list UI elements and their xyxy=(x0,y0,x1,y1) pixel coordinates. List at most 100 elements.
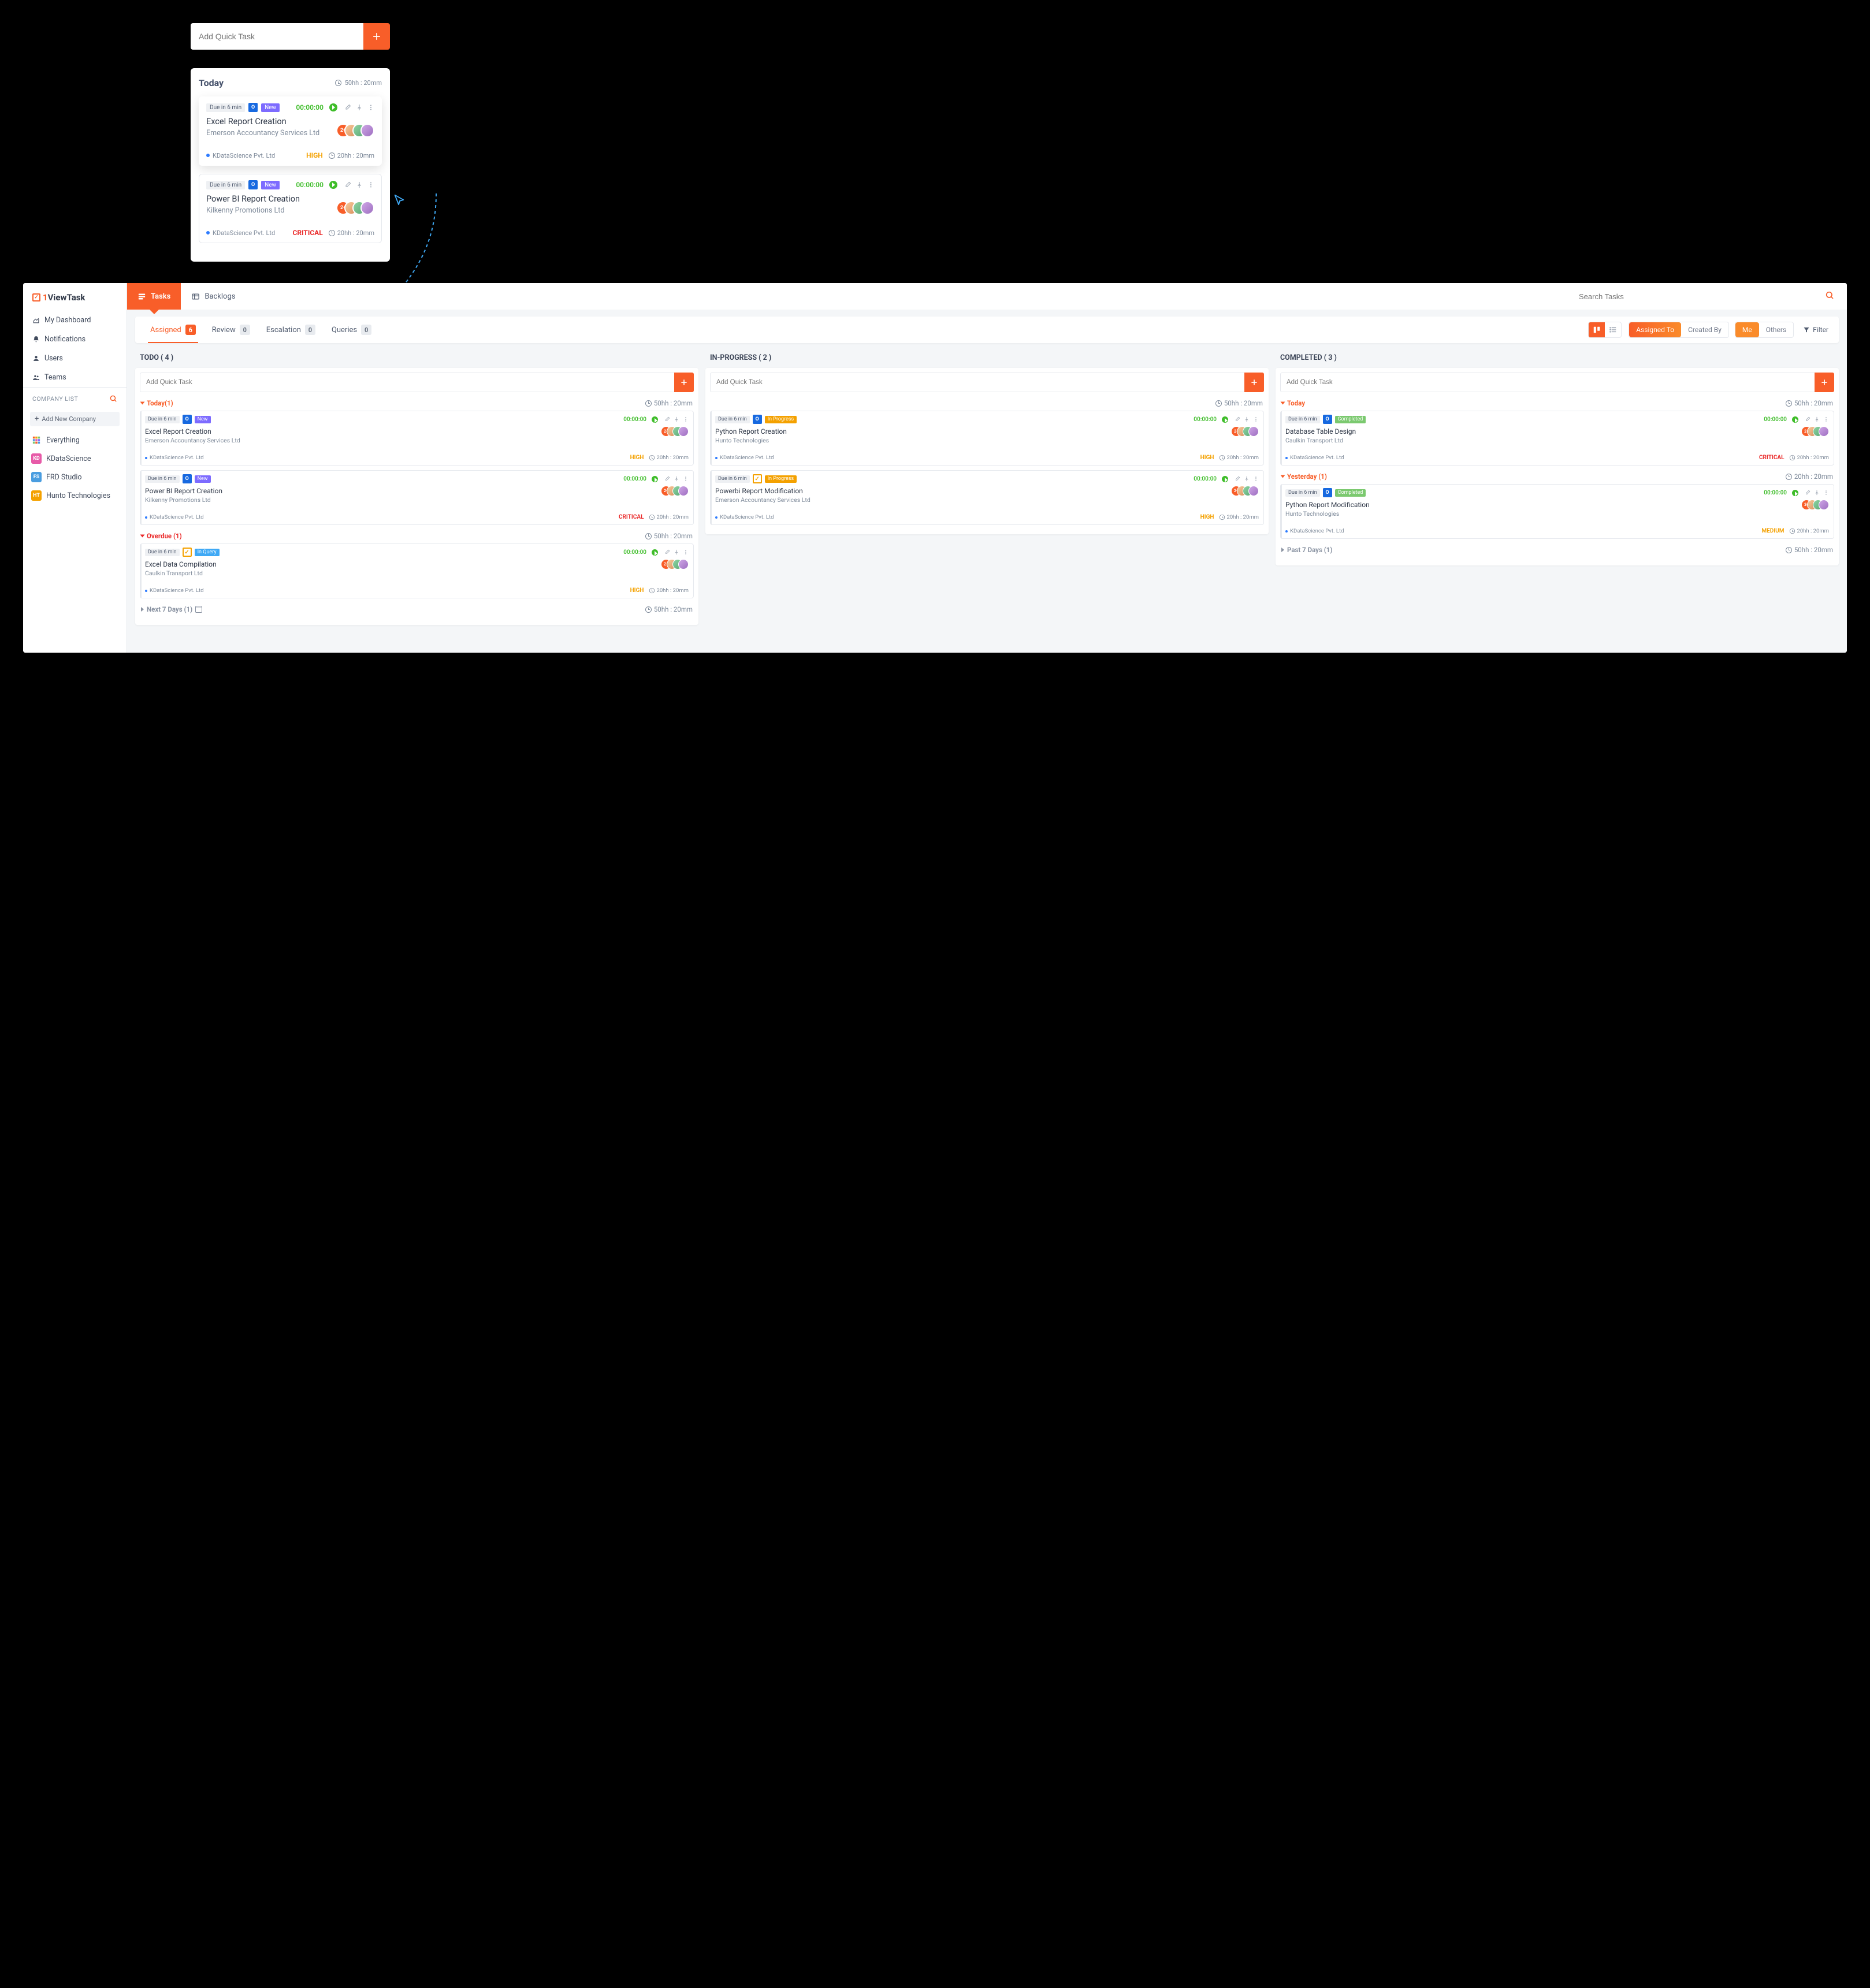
bucket-header[interactable]: Today50hh : 20mm xyxy=(1280,397,1834,411)
more-icon[interactable] xyxy=(367,104,374,111)
play-icon[interactable] xyxy=(1792,490,1798,496)
view-toggle[interactable] xyxy=(1588,322,1622,338)
role-toggle[interactable]: Assigned To Created By xyxy=(1629,322,1729,338)
nav-my-dashboard[interactable]: My Dashboard xyxy=(23,311,127,330)
search-bar[interactable] xyxy=(1571,283,1836,310)
more-icon[interactable] xyxy=(683,549,689,555)
priority-bar xyxy=(711,411,712,465)
bucket-header[interactable]: Today(1)50hh : 20mm xyxy=(140,397,694,411)
status-tab-assigned[interactable]: Assigned6 xyxy=(142,317,204,343)
more-icon[interactable] xyxy=(1823,416,1829,422)
pin-icon[interactable] xyxy=(356,104,363,111)
scope-others[interactable]: Others xyxy=(1759,322,1793,337)
quick-task-input[interactable] xyxy=(1280,373,1815,392)
bucket-header[interactable]: Overdue (1)50hh : 20mm xyxy=(140,530,694,543)
add-quick-task-float[interactable] xyxy=(191,23,390,50)
add-quick-button[interactable] xyxy=(674,373,694,392)
status-tab-review[interactable]: Review0 xyxy=(204,317,258,343)
status-tab-queries[interactable]: Queries0 xyxy=(324,317,380,343)
edit-icon[interactable] xyxy=(664,476,670,482)
preview-task-card[interactable]: Due in 6 minONew00:00:00Power BI Report … xyxy=(199,174,382,243)
edit-icon[interactable] xyxy=(1805,416,1810,422)
task-card[interactable]: Due in 6 minONew00:00:00Power BI Report … xyxy=(140,470,694,525)
task-title: Excel Data Compilation xyxy=(145,560,689,568)
view-kanban[interactable] xyxy=(1589,322,1605,337)
quick-task-input[interactable] xyxy=(140,373,674,392)
add-quick-row[interactable] xyxy=(710,373,1264,392)
more-icon[interactable] xyxy=(367,181,374,188)
task-card[interactable]: Due in 6 minIn Progress00:00:00Powerbi R… xyxy=(710,470,1264,525)
bucket-time: 50hh : 20mm xyxy=(654,532,693,540)
due-chip: Due in 6 min xyxy=(145,416,180,423)
task-card[interactable]: Due in 6 minONew00:00:00Excel Report Cre… xyxy=(140,411,694,466)
search-icon[interactable] xyxy=(1823,291,1836,302)
add-quick-button[interactable] xyxy=(1815,373,1834,392)
scope-me[interactable]: Me xyxy=(1735,322,1759,337)
add-company-button[interactable]: +Add New Company xyxy=(30,412,120,426)
status-tab-escalation[interactable]: Escalation0 xyxy=(258,317,324,343)
search-icon[interactable] xyxy=(109,394,117,403)
quick-task-input[interactable] xyxy=(710,373,1244,392)
tab-backlogs[interactable]: Backlogs xyxy=(181,283,246,310)
play-icon[interactable] xyxy=(1792,416,1798,423)
quick-task-input[interactable] xyxy=(191,23,363,50)
more-icon[interactable] xyxy=(683,416,689,422)
pin-icon[interactable] xyxy=(674,549,679,555)
company-item[interactable]: HTHunto Technologies xyxy=(23,486,127,505)
pin-icon[interactable] xyxy=(1244,476,1250,482)
edit-icon[interactable] xyxy=(1235,476,1240,482)
pin-icon[interactable] xyxy=(674,476,679,482)
preview-task-card[interactable]: Due in 6 minONew00:00:00Excel Report Cre… xyxy=(199,96,382,166)
more-icon[interactable] xyxy=(1253,476,1259,482)
play-icon[interactable] xyxy=(1222,416,1228,423)
play-icon[interactable] xyxy=(329,181,337,189)
more-icon[interactable] xyxy=(1253,416,1259,422)
add-quick-task-button[interactable] xyxy=(363,23,390,50)
task-card[interactable]: Due in 6 minOIn Progress00:00:00Python R… xyxy=(710,411,1264,466)
company-item[interactable]: FSFRD Studio xyxy=(23,468,127,486)
filter-button[interactable]: Filter xyxy=(1800,326,1832,334)
add-quick-row[interactable] xyxy=(1280,373,1834,392)
more-icon[interactable] xyxy=(1823,490,1829,496)
edit-icon[interactable] xyxy=(1235,416,1240,422)
play-icon[interactable] xyxy=(1222,476,1228,482)
task-card[interactable]: Due in 6 minIn Query00:00:00Excel Data C… xyxy=(140,543,694,598)
play-icon[interactable] xyxy=(329,103,337,111)
nav-notifications[interactable]: Notifications xyxy=(23,330,127,349)
avatar xyxy=(678,559,689,569)
task-card[interactable]: Due in 6 minOCompleted00:00:00Database T… xyxy=(1280,411,1834,466)
nav-users[interactable]: Users xyxy=(23,349,127,368)
bucket-header[interactable]: Next 7 Days (1)50hh : 20mm xyxy=(140,603,694,617)
pin-icon[interactable] xyxy=(674,416,679,422)
task-title: Python Report Modification xyxy=(1285,501,1829,509)
edit-icon[interactable] xyxy=(664,549,670,555)
pin-icon[interactable] xyxy=(356,181,363,188)
edit-icon[interactable] xyxy=(344,104,351,111)
scope-toggle[interactable]: Me Others xyxy=(1735,322,1794,338)
pin-icon[interactable] xyxy=(1814,490,1820,496)
bucket-header[interactable]: Past 7 Days (1)50hh : 20mm xyxy=(1280,543,1834,557)
play-icon[interactable] xyxy=(652,476,658,482)
edit-icon[interactable] xyxy=(664,416,670,422)
assigned-to-tab[interactable]: Assigned To xyxy=(1629,322,1681,337)
bucket-header[interactable]: Yesterday (1)20hh : 20mm xyxy=(1280,470,1834,484)
company-item[interactable]: KDKDataScience xyxy=(23,449,127,468)
edit-icon[interactable] xyxy=(344,181,351,188)
pin-icon[interactable] xyxy=(1814,416,1820,422)
add-quick-button[interactable] xyxy=(1244,373,1264,392)
task-card[interactable]: Due in 6 minOCompleted00:00:00Python Rep… xyxy=(1280,484,1834,539)
status-chip: New xyxy=(261,103,280,112)
pin-icon[interactable] xyxy=(1244,416,1250,422)
add-quick-row[interactable] xyxy=(140,373,694,392)
play-icon[interactable] xyxy=(652,549,658,556)
company-item[interactable]: Everything xyxy=(23,431,127,449)
tab-tasks[interactable]: Tasks xyxy=(127,283,181,310)
more-icon[interactable] xyxy=(683,476,689,482)
created-by-tab[interactable]: Created By xyxy=(1681,322,1728,337)
source-company: KDataScience Pvt. Ltd xyxy=(145,514,203,520)
view-list[interactable] xyxy=(1605,322,1621,337)
nav-teams[interactable]: Teams xyxy=(23,368,127,387)
edit-icon[interactable] xyxy=(1805,490,1810,496)
play-icon[interactable] xyxy=(652,416,658,423)
search-input[interactable] xyxy=(1571,286,1823,307)
